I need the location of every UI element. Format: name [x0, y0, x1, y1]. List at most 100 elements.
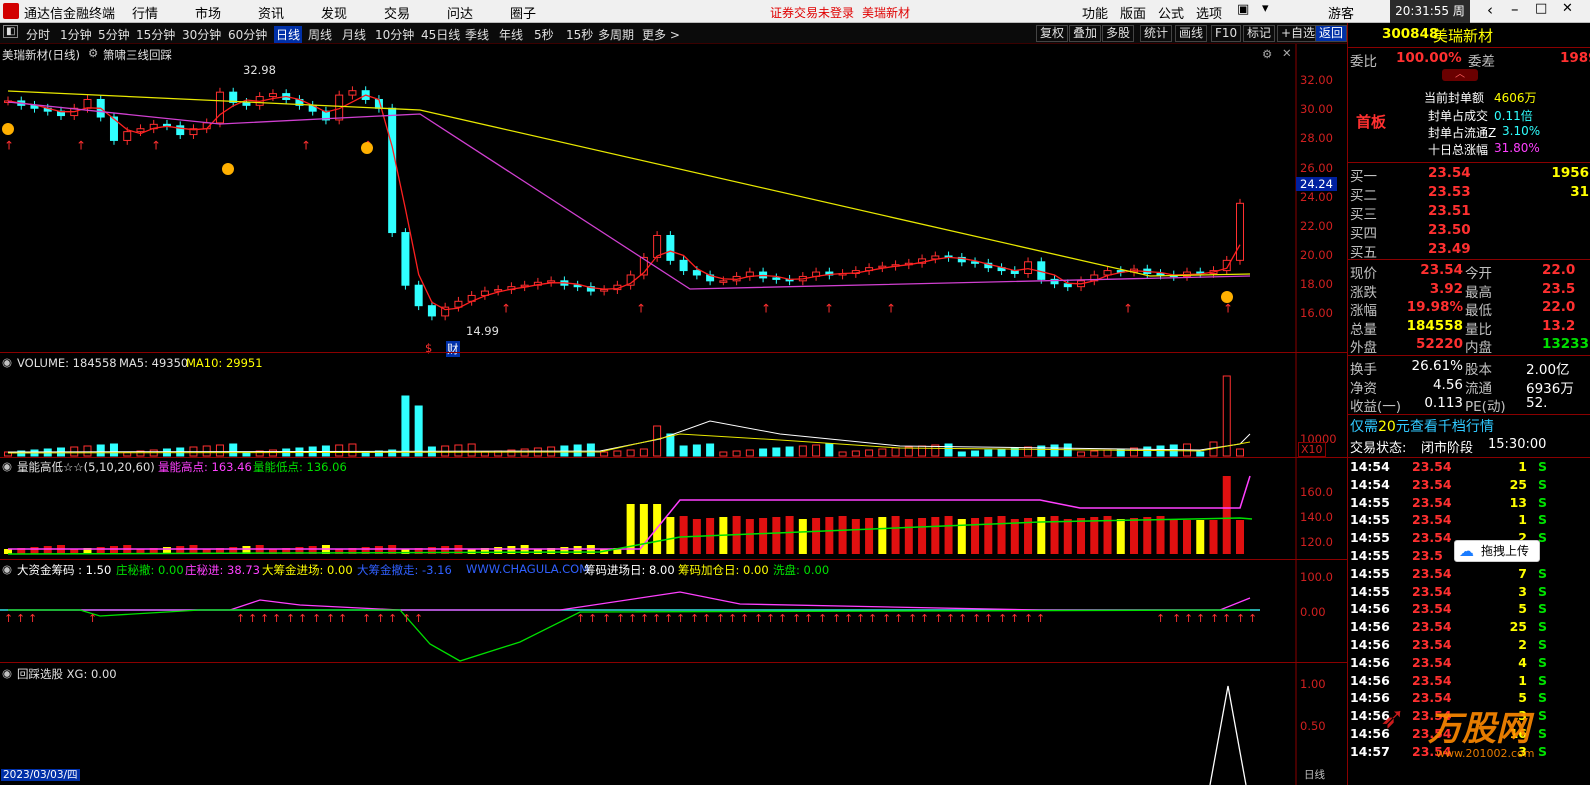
signal-badge	[2, 123, 14, 135]
tick-time: 14:56	[1350, 619, 1390, 635]
minimize-icon[interactable]: –	[1511, 0, 1519, 18]
period-daily[interactable]: 日线	[274, 26, 303, 43]
diejia-button[interactable]: 叠加	[1069, 25, 1102, 42]
menu-hangqing[interactable]: 行情	[132, 3, 158, 22]
tick-time: 14:56	[1350, 672, 1390, 688]
toggle-panel-icon[interactable]: ◧	[3, 25, 19, 38]
chart-area[interactable]: ↑ ↑ ↑ ↑ ↑ ↑ ↑ ↑ ↑ ↑ ↑ ↑ ↑ ↑ ↑ ↑ ↑ ↑ ↑ ↑ ↑ ↑ ↑ ↑ ↑ ↑ ↑ ↑ ↑ ↑ ↑ ↑ ↑ ↑ ↑ ↑ ↑ ↑ ↑…	[0, 44, 1347, 785]
menu-wenda[interactable]: 问达	[447, 3, 473, 22]
fuquan-button[interactable]: 复权	[1036, 25, 1069, 42]
period-15min[interactable]: 15分钟	[136, 26, 175, 43]
duogu-button[interactable]: 多股	[1102, 25, 1135, 42]
volume-bar	[666, 433, 675, 457]
volume-bar	[454, 444, 463, 457]
huaxian-button[interactable]: 画线	[1175, 25, 1208, 42]
bid-row[interactable]: 买五 23.49	[1348, 241, 1590, 261]
main-indicator-name[interactable]: 箫啸三线回踩	[103, 47, 172, 63]
period-fenshi[interactable]: 分时	[26, 26, 50, 43]
funds-arrow: ↑	[312, 612, 321, 625]
period-10min[interactable]: 10分钟	[375, 26, 414, 43]
signal-badge	[1221, 291, 1233, 303]
stat-label: 量比	[1465, 321, 1492, 338]
add-watchlist-button[interactable]: +自选	[1277, 25, 1320, 42]
menu-zixun[interactable]: 资讯	[258, 3, 284, 22]
period-60min[interactable]: 60分钟	[228, 26, 267, 43]
funds-arrow: ↑	[28, 612, 37, 625]
energy-collapse-icon[interactable]: ◉	[2, 459, 12, 473]
tick-side: S	[1538, 583, 1548, 599]
bid-row[interactable]: 买一 23.54 1956	[1348, 165, 1590, 185]
menu-quanzi[interactable]: 圈子	[510, 3, 536, 22]
tick-volume: 7	[1518, 565, 1527, 581]
funds-arrow: ↑	[778, 612, 787, 625]
period-weekly[interactable]: 周线	[308, 26, 332, 43]
dropdown-icon[interactable]: ▾	[1262, 1, 1269, 16]
energy-bar	[30, 547, 39, 554]
period-5min[interactable]: 5分钟	[98, 26, 130, 43]
price-axis-tick: 20.00	[1300, 248, 1333, 262]
energy-bar	[1024, 518, 1033, 554]
period-quarter[interactable]: 季线	[465, 26, 489, 43]
f10-button[interactable]: F10	[1211, 25, 1242, 42]
funds-arrow: ↑	[640, 612, 649, 625]
close-icon[interactable]: ✕	[1562, 1, 1573, 16]
panel-close-icon[interactable]: ✕	[1282, 46, 1292, 60]
bid-row[interactable]: 买四 23.50	[1348, 222, 1590, 242]
period-1min[interactable]: 1分钟	[60, 26, 92, 43]
stat-label: 涨幅	[1350, 303, 1377, 320]
menu-xuanxiang[interactable]: 选项	[1196, 3, 1222, 22]
finance-marker[interactable]: 财	[446, 341, 460, 357]
upload-button[interactable]: ☁ 拖拽上传	[1454, 540, 1540, 562]
period-5sec[interactable]: 5秒	[534, 26, 554, 43]
bid-row[interactable]: 买二 23.53 31	[1348, 184, 1590, 204]
bid-label: 买三	[1350, 207, 1377, 223]
menu-banmian[interactable]: 版面	[1120, 3, 1146, 22]
tongji-button[interactable]: 统计	[1140, 25, 1173, 42]
expand-chevron-icon[interactable]: ︿	[1442, 69, 1478, 81]
pick-collapse-icon[interactable]: ◉	[2, 666, 12, 680]
window-restore-icon[interactable]: ▣	[1237, 2, 1249, 17]
back-icon[interactable]: ‹	[1487, 1, 1493, 19]
guest-label[interactable]: 游客	[1328, 3, 1354, 22]
menu-jiaoyi[interactable]: 交易	[384, 3, 410, 22]
menu-gongshi[interactable]: 公式	[1158, 3, 1184, 22]
period-30min[interactable]: 30分钟	[182, 26, 221, 43]
stat-label: PE(动)	[1465, 399, 1506, 416]
period-monthly[interactable]: 月线	[342, 26, 366, 43]
energy-bar	[1183, 520, 1192, 554]
back-button[interactable]: 返回	[1315, 25, 1347, 42]
funds-collapse-icon[interactable]: ◉	[2, 562, 12, 576]
funds-arrow: ↑	[402, 612, 411, 625]
maximize-icon[interactable]: □	[1535, 1, 1547, 16]
volume-bar	[414, 405, 423, 457]
funds-arrow: ↑	[236, 612, 245, 625]
pick-signal-line	[1209, 685, 1247, 785]
funds-arrow: ↑	[628, 612, 637, 625]
price-axis-tick: 30.00	[1300, 102, 1333, 116]
period-15sec[interactable]: 15秒	[566, 26, 593, 43]
energy-bar	[759, 518, 768, 554]
tick-price: 23.54	[1412, 530, 1452, 546]
indicator-settings-icon[interactable]: ⚙	[88, 46, 98, 60]
period-more[interactable]: 更多 >	[642, 26, 680, 43]
menu-faxian[interactable]: 发现	[321, 3, 347, 22]
volume-bar	[229, 443, 238, 457]
period-multi[interactable]: 多周期	[598, 26, 634, 43]
tick-side: S	[1538, 494, 1548, 510]
period-year[interactable]: 年线	[499, 26, 523, 43]
volume-collapse-icon[interactable]: ◉	[2, 355, 12, 369]
stat-value: 22.0	[1542, 262, 1576, 278]
candle-body	[427, 305, 436, 317]
funds-item: 筹码进场日: 8.00	[584, 563, 675, 577]
panel-settings-icon[interactable]: ⚙	[1262, 47, 1272, 61]
divider	[1348, 162, 1590, 163]
bid-row[interactable]: 买三 23.51	[1348, 203, 1590, 223]
menu-gongneng[interactable]: 功能	[1082, 3, 1108, 22]
period-45day[interactable]: 45日线	[421, 26, 460, 43]
promo-link[interactable]: 仅需20元查看千档行情	[1348, 416, 1590, 435]
menu-shichang[interactable]: 市场	[195, 3, 221, 22]
biaoji-button[interactable]: 标记	[1243, 25, 1276, 42]
login-notice[interactable]: 证券交易未登录	[770, 4, 854, 21]
cloud-icon: ☁	[1459, 542, 1474, 560]
bid-label: 买四	[1350, 226, 1377, 242]
